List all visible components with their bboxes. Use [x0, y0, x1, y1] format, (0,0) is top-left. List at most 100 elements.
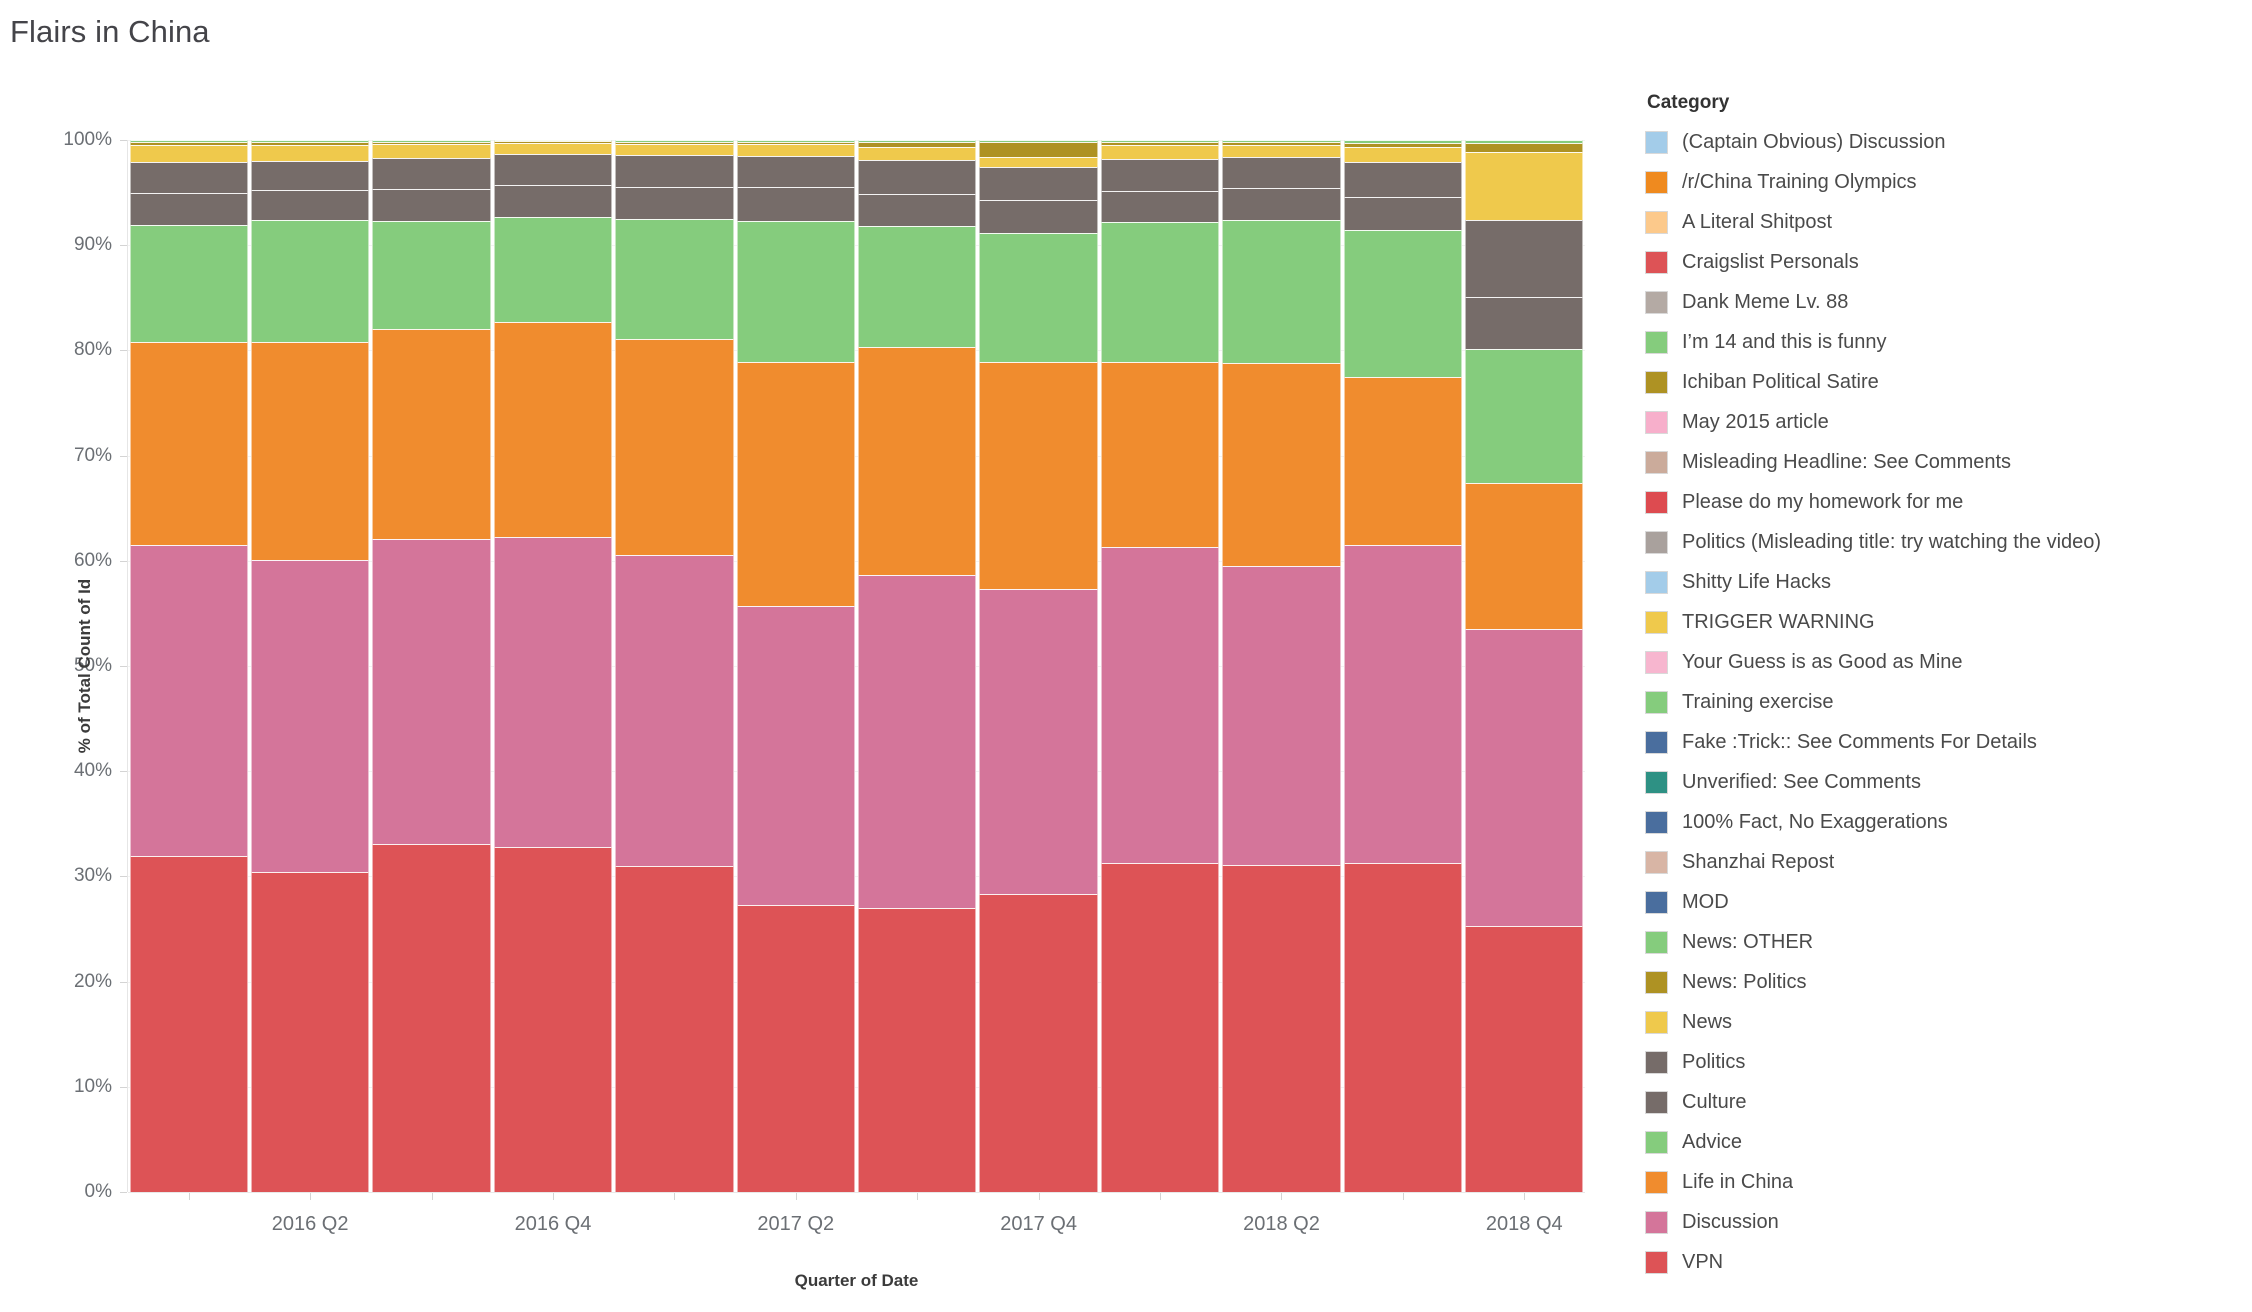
bar-segment[interactable] [493, 846, 613, 1192]
legend-item[interactable]: Craigslist Personals [1645, 242, 2245, 282]
bar-segment[interactable] [858, 908, 977, 1192]
bar-segment[interactable] [979, 362, 1098, 590]
bar-segment[interactable] [1100, 145, 1220, 159]
bar-segment[interactable] [615, 218, 734, 339]
bar-segment[interactable] [1222, 142, 1341, 146]
bar-segment[interactable] [615, 144, 734, 155]
bar-segment[interactable] [129, 225, 248, 342]
legend-item[interactable]: VPN [1645, 1242, 2245, 1282]
bar-segment[interactable] [736, 144, 855, 156]
legend-item[interactable]: MOD [1645, 882, 2245, 922]
bar-segment[interactable] [1465, 629, 1584, 926]
bar-segment[interactable] [1343, 162, 1463, 197]
legend-item[interactable]: Shanzhai Repost [1645, 842, 2245, 882]
bar-segment[interactable] [250, 560, 370, 872]
bar-segment[interactable] [1465, 925, 1584, 1192]
bar-segment[interactable] [1222, 188, 1341, 220]
bar-segment[interactable] [1100, 361, 1220, 548]
bar-segment[interactable] [1343, 140, 1463, 144]
legend-item[interactable]: Discussion [1645, 1202, 2245, 1242]
bar-segment[interactable] [1222, 156, 1341, 189]
bar-segment[interactable] [979, 232, 1098, 362]
bar-segment[interactable] [615, 865, 734, 1192]
legend-item[interactable]: News: Politics [1645, 962, 2245, 1002]
bar-segment[interactable] [858, 574, 977, 909]
legend-item[interactable]: News [1645, 1002, 2245, 1042]
bar-segment[interactable] [493, 322, 613, 537]
bar-segment[interactable] [615, 554, 734, 866]
bar-stack[interactable] [736, 140, 855, 1192]
bar-segment[interactable] [250, 220, 370, 343]
bar-stack[interactable] [858, 140, 977, 1192]
bar-segment[interactable] [1465, 349, 1584, 483]
bar-segment[interactable] [129, 142, 248, 146]
legend-item[interactable]: 100% Fact, No Exaggerations [1645, 802, 2245, 842]
bar-segment[interactable] [372, 144, 491, 158]
bar-segment[interactable] [493, 153, 613, 186]
bar-segment[interactable] [979, 142, 1098, 157]
bar-segment[interactable] [615, 140, 734, 143]
bar-stack[interactable] [372, 140, 491, 1192]
bar-stack[interactable] [1222, 140, 1341, 1192]
legend-item[interactable]: /r/China Training Olympics [1645, 162, 2245, 202]
bar-segment[interactable] [1343, 196, 1463, 230]
bar-segment[interactable] [250, 871, 370, 1192]
legend-item[interactable]: Politics [1645, 1042, 2245, 1082]
bar-stack[interactable] [615, 140, 734, 1192]
bar-segment[interactable] [736, 142, 855, 145]
bar-segment[interactable] [736, 140, 855, 143]
bar-segment[interactable] [372, 157, 491, 190]
bar-segment[interactable] [979, 199, 1098, 233]
bar-segment[interactable] [1222, 140, 1341, 143]
bar-segment[interactable] [129, 856, 248, 1192]
bar-segment[interactable] [615, 154, 734, 188]
bar-stack[interactable] [1465, 140, 1584, 1192]
bar-segment[interactable] [615, 187, 734, 219]
bar-segment[interactable] [979, 894, 1098, 1192]
bar-segment[interactable] [1343, 545, 1463, 864]
bar-segment[interactable] [493, 143, 613, 154]
legend-item[interactable]: Unverified: See Comments [1645, 762, 2245, 802]
bar-segment[interactable] [1465, 143, 1584, 152]
bar-segment[interactable] [1100, 140, 1220, 143]
bar-segment[interactable] [129, 140, 248, 143]
bar-segment[interactable] [250, 145, 370, 161]
bar-segment[interactable] [736, 606, 855, 905]
bar-segment[interactable] [858, 194, 977, 227]
bar-segment[interactable] [129, 192, 248, 226]
bar-segment[interactable] [1343, 229, 1463, 377]
bar-segment[interactable] [250, 140, 370, 143]
bar-segment[interactable] [858, 140, 977, 143]
legend-item[interactable]: Culture [1645, 1082, 2245, 1122]
bar-segment[interactable] [372, 843, 491, 1192]
bar-segment[interactable] [250, 190, 370, 221]
legend-item[interactable]: Life in China [1645, 1162, 2245, 1202]
bar-segment[interactable] [1465, 296, 1584, 350]
legend-item[interactable]: Dank Meme Lv. 88 [1645, 282, 2245, 322]
bar-segment[interactable] [1465, 219, 1584, 297]
bar-segment[interactable] [129, 342, 248, 546]
legend-item[interactable]: Misleading Headline: See Comments [1645, 442, 2245, 482]
bar-stack[interactable] [979, 140, 1098, 1192]
legend-item[interactable]: News: OTHER [1645, 922, 2245, 962]
bar-segment[interactable] [858, 226, 977, 348]
bar-segment[interactable] [250, 342, 370, 561]
bar-segment[interactable] [979, 167, 1098, 200]
bar-stack[interactable] [129, 140, 248, 1192]
bar-segment[interactable] [493, 139, 613, 142]
bar-segment[interactable] [1465, 140, 1584, 144]
legend-item[interactable]: I’m 14 and this is funny [1645, 322, 2245, 362]
legend-item[interactable]: Fake :Trick:: See Comments For Details [1645, 722, 2245, 762]
legend-item[interactable]: Shitty Life Hacks [1645, 562, 2245, 602]
bar-stack[interactable] [493, 139, 613, 1192]
bar-segment[interactable] [493, 185, 613, 217]
bar-segment[interactable] [736, 361, 855, 607]
bar-segment[interactable] [736, 221, 855, 362]
bar-segment[interactable] [129, 545, 248, 857]
legend-item[interactable]: TRIGGER WARNING [1645, 602, 2245, 642]
bar-segment[interactable] [615, 142, 734, 145]
bar-segment[interactable] [1222, 864, 1341, 1192]
bar-segment[interactable] [1465, 482, 1584, 630]
legend-item[interactable]: Your Guess is as Good as Mine [1645, 642, 2245, 682]
legend-item[interactable]: Please do my homework for me [1645, 482, 2245, 522]
